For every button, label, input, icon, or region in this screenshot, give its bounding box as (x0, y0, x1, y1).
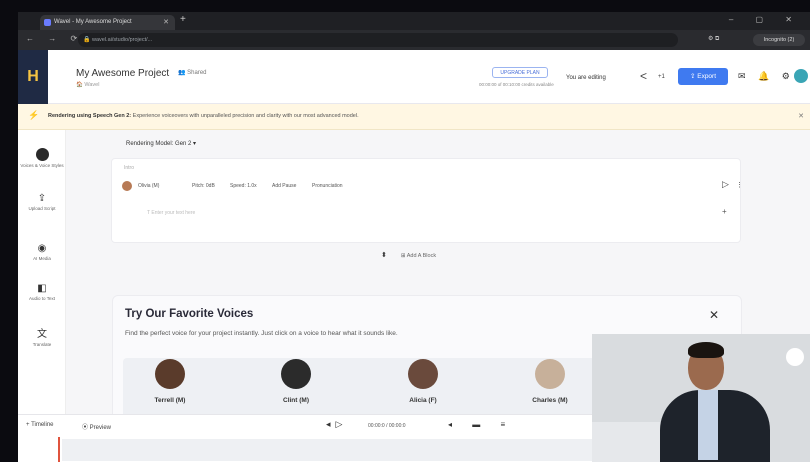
pin-icon: ⬍ (381, 252, 387, 259)
voices-description: Find the perfect voice for your project … (125, 330, 398, 337)
sidebar-item-voices[interactable]: Voices & Voice Styles (18, 148, 66, 169)
media-icon: ◉ (37, 243, 47, 254)
upload-icon: ⇪ (37, 193, 47, 204)
banner-close-icon[interactable]: ✕ (798, 112, 804, 120)
sidebar-item-ai-media[interactable]: ◉ AI Media (18, 242, 66, 262)
credits-text: 00:00:00 of 00:10:00 credits available (479, 82, 554, 87)
voice-card[interactable]: Clint (M) (251, 359, 341, 421)
speaker-avatar[interactable] (122, 181, 132, 191)
url-text: wavel.ai/studio/project/... (92, 37, 153, 43)
preview-toggle[interactable]: ⦿ Preview (82, 422, 111, 431)
browser-toolbar: ← → ⟳ 🔒 wavel.ai/studio/project/... ⚙ ⧉ … (18, 30, 810, 50)
sidebar-item-translate[interactable]: 文 Translate (18, 328, 66, 348)
project-title[interactable]: My Awesome Project (76, 68, 169, 79)
user-avatar[interactable] (794, 69, 808, 83)
voice-avatar (155, 359, 185, 389)
cam-presenter-shirt (698, 390, 718, 460)
cam-presenter-hair (688, 342, 724, 358)
collaborator-count: +1 (658, 74, 665, 80)
tab-title: Wavel - My Awesome Project (54, 19, 132, 25)
banner-text: Rendering using Speech Gen 2: Experience… (48, 113, 359, 119)
speed-chip[interactable]: Speed: 1.0x (230, 183, 257, 189)
translate-icon: 文 (37, 329, 47, 340)
window-controls[interactable]: – ▢ ✕ (729, 15, 802, 24)
app-header: H My Awesome Project 👥 Shared 🏠 Wavel UP… (18, 50, 810, 104)
script-input[interactable]: T Enter your text here (147, 210, 195, 216)
voice-avatar (535, 359, 565, 389)
webcam-overlay (592, 334, 810, 462)
new-tab-icon[interactable]: + (180, 14, 186, 25)
voice-avatar (35, 148, 49, 161)
pronunciation-chip[interactable]: Pronunciation (312, 183, 343, 189)
export-button[interactable]: ⇪ Export (678, 68, 728, 85)
lock-icon: 🔒 (83, 37, 91, 43)
sidebar-item-upload[interactable]: ⇪ Upload Script (18, 192, 66, 212)
timeline-toggle[interactable]: + Timeline (26, 422, 54, 428)
browser-tabbar: Wavel - My Awesome Project ✕ + – ▢ ✕ (18, 12, 810, 30)
close-icon[interactable]: ✕ (709, 308, 719, 322)
header-icons[interactable]: ✉ 🔔 ⚙ (738, 71, 795, 82)
project-subtitle: 🏠 Wavel (76, 82, 100, 88)
playback-controls[interactable]: ◂ ▷ (326, 419, 342, 430)
address-bar[interactable]: 🔒 wavel.ai/studio/project/... (78, 33, 678, 47)
script-block: Intro Olivia (M) Pitch: 0dB Speed: 1.0x … (111, 158, 743, 243)
share-icon[interactable]: < (640, 69, 647, 83)
share-status: 👥 Shared (178, 70, 207, 76)
pitch-chip[interactable]: Pitch: 0dB (192, 183, 215, 189)
voice-avatar (408, 359, 438, 389)
cam-laptop (592, 422, 662, 462)
play-block-icon[interactable]: ▷ (722, 179, 729, 190)
voice-card[interactable]: Alicia (F) (378, 359, 468, 421)
extensions-icon[interactable]: ⚙ ⧉ (708, 35, 719, 43)
sidebar-item-audio-text[interactable]: ◧ Audio to Text (18, 282, 66, 302)
playhead[interactable] (58, 437, 60, 462)
more-options-icon[interactable]: ⋮ (736, 181, 743, 189)
add-line-icon[interactable]: + (722, 207, 727, 216)
voices-title: Try Our Favorite Voices (125, 308, 254, 320)
upgrade-button[interactable]: UPGRADE PLAN (492, 67, 548, 78)
tab-close-icon[interactable]: ✕ (163, 15, 169, 30)
nav-buttons[interactable]: ← → ⟳ (26, 34, 83, 43)
bolt-icon: ⚡ (28, 110, 40, 120)
voice-card[interactable]: Charles (M) (505, 359, 595, 421)
add-pause-chip[interactable]: Add Pause (272, 183, 296, 189)
editing-label: You are editing (566, 75, 606, 81)
block-intro: Intro (124, 165, 135, 171)
model-selector[interactable]: Rendering Model: Gen 2 ▾ (126, 140, 196, 147)
playback-time: 00:00:0 / 00:00:0 (368, 423, 406, 429)
profile-badge[interactable]: Incognito (2) (753, 34, 805, 46)
speaker-name[interactable]: Olivia (M) (138, 183, 159, 189)
add-block-button[interactable]: ⬍ ⊞ Add A Block (381, 251, 436, 259)
sidebar: Voices & Voice Styles ⇪ Upload Script ◉ … (18, 130, 66, 414)
voice-card[interactable]: Terrell (M) (125, 359, 215, 421)
favicon-icon (44, 19, 51, 26)
browser-tab[interactable]: Wavel - My Awesome Project ✕ (40, 15, 175, 30)
speech-gen-banner: ⚡ Rendering using Speech Gen 2: Experien… (18, 104, 810, 130)
audio-icon: ◧ (37, 283, 47, 294)
voice-avatar (281, 359, 311, 389)
app-logo[interactable]: H (18, 50, 48, 104)
cam-logo-icon (786, 348, 804, 366)
playback-tools[interactable]: ◂ ▬ ≡ (448, 420, 514, 429)
